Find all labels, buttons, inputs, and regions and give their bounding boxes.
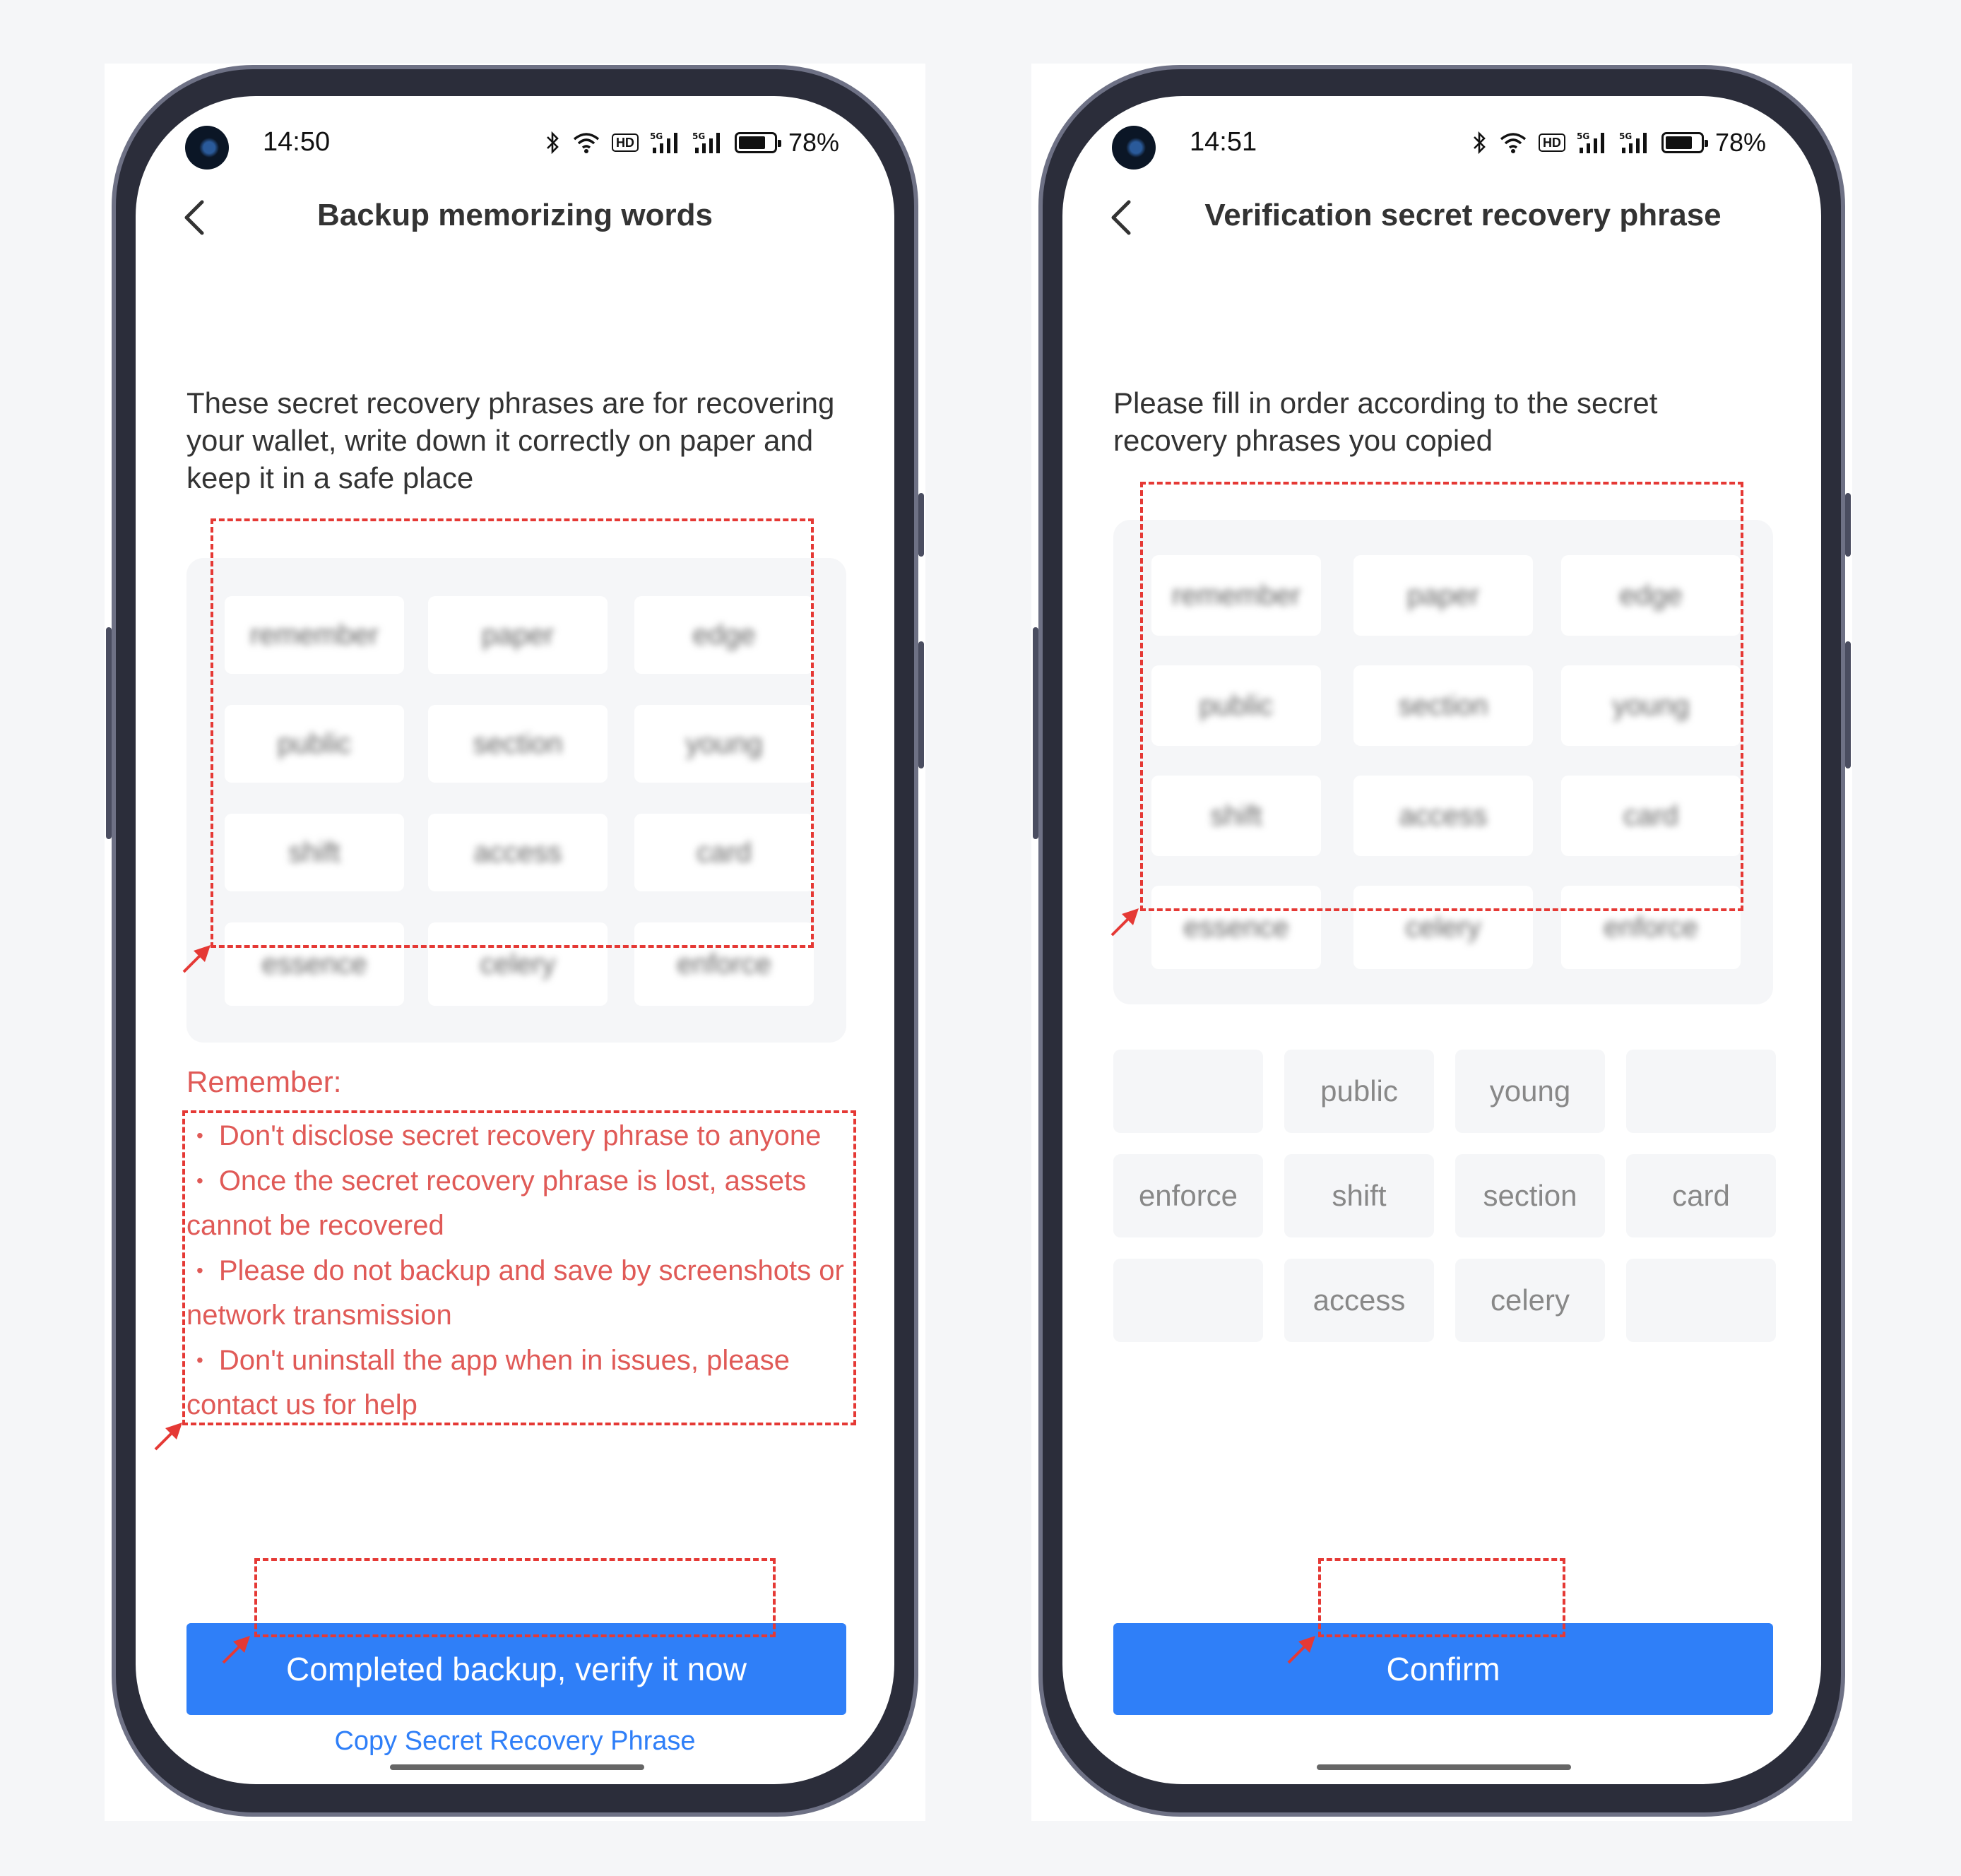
battery-percent: 78% [1714, 128, 1766, 157]
arrow-icon [1287, 1636, 1315, 1664]
arrow-icon [222, 1636, 250, 1664]
status-time: 14:50 [263, 127, 331, 157]
remember-heading: Remember: [186, 1065, 342, 1098]
annotation-box-mnemonic [211, 518, 814, 948]
status-icons: HD 5G 5G 78% [545, 127, 839, 158]
annotation-box-verify-grid [1140, 482, 1743, 911]
description-text: These secret recovery phrases are for re… [186, 386, 835, 494]
phone-frame: 14:51 HD 5G 5G 78% Verification secret r… [1033, 65, 1851, 1817]
side-button [1033, 627, 1038, 839]
home-indicator [1317, 1764, 1571, 1770]
bluetooth-icon [1472, 131, 1488, 155]
annotation-box-confirm [1318, 1558, 1565, 1637]
front-camera [1112, 126, 1156, 170]
answer-slot[interactable]: public [1284, 1050, 1434, 1133]
battery-icon [1661, 132, 1708, 153]
page-title: Backup memorizing words [317, 198, 713, 232]
status-time: 14:51 [1190, 127, 1257, 157]
power-button [918, 641, 924, 768]
svg-text:5G: 5G [650, 131, 663, 141]
svg-text:5G: 5G [692, 131, 705, 141]
right-phone-panel: 14:51 HD 5G 5G 78% Verification secret r… [1031, 64, 1852, 1821]
side-button [106, 627, 112, 839]
battery-icon [734, 132, 781, 153]
answer-slot[interactable]: shift [1284, 1154, 1434, 1237]
signal-5g-icon: 5G [650, 131, 681, 155]
copy-phrase-link[interactable]: Copy Secret Recovery Phrase [136, 1726, 894, 1757]
battery-percent: 78% [788, 128, 839, 157]
answer-slot[interactable] [1626, 1050, 1776, 1133]
answer-slot[interactable] [1113, 1050, 1263, 1133]
answer-slot[interactable]: section [1455, 1154, 1605, 1237]
answer-slot[interactable] [1113, 1259, 1263, 1342]
navbar: Backup memorizing words [136, 181, 894, 251]
wifi-icon [572, 131, 600, 154]
answer-slot[interactable]: young [1455, 1050, 1605, 1133]
arrow-icon [182, 945, 211, 973]
description-text: Please fill in order according to the se… [1113, 386, 1658, 457]
wifi-icon [1499, 131, 1527, 154]
volume-button [1845, 493, 1851, 557]
answer-slot[interactable]: celery [1455, 1259, 1605, 1342]
screen: 14:51 HD 5G 5G 78% Verification secret r… [1062, 96, 1821, 1784]
signal-5g-icon: 5G [692, 131, 723, 155]
page-title: Verification secret recovery phrase [1204, 198, 1722, 232]
signal-5g-icon: 5G [1619, 131, 1650, 155]
volume-button [918, 493, 924, 557]
status-icons: HD 5G 5G 78% [1472, 127, 1766, 158]
answer-slot[interactable] [1626, 1259, 1776, 1342]
svg-text:5G: 5G [1619, 131, 1632, 141]
signal-5g-icon: 5G [1577, 131, 1608, 155]
power-button [1845, 641, 1851, 768]
answer-slot[interactable]: access [1284, 1259, 1434, 1342]
hd-icon: HD [1538, 133, 1565, 152]
arrow-icon [154, 1423, 182, 1451]
answer-slot[interactable]: enforce [1113, 1154, 1263, 1237]
answer-slot[interactable]: card [1626, 1154, 1776, 1237]
arrow-icon [1110, 908, 1139, 937]
annotation-box-remember [182, 1110, 856, 1425]
navbar: Verification secret recovery phrase [1062, 181, 1821, 251]
hd-icon: HD [611, 133, 639, 152]
svg-text:5G: 5G [1577, 131, 1589, 141]
home-indicator [390, 1764, 644, 1770]
annotation-box-verify [254, 1558, 776, 1637]
bluetooth-icon [545, 131, 561, 155]
front-camera [185, 126, 229, 170]
